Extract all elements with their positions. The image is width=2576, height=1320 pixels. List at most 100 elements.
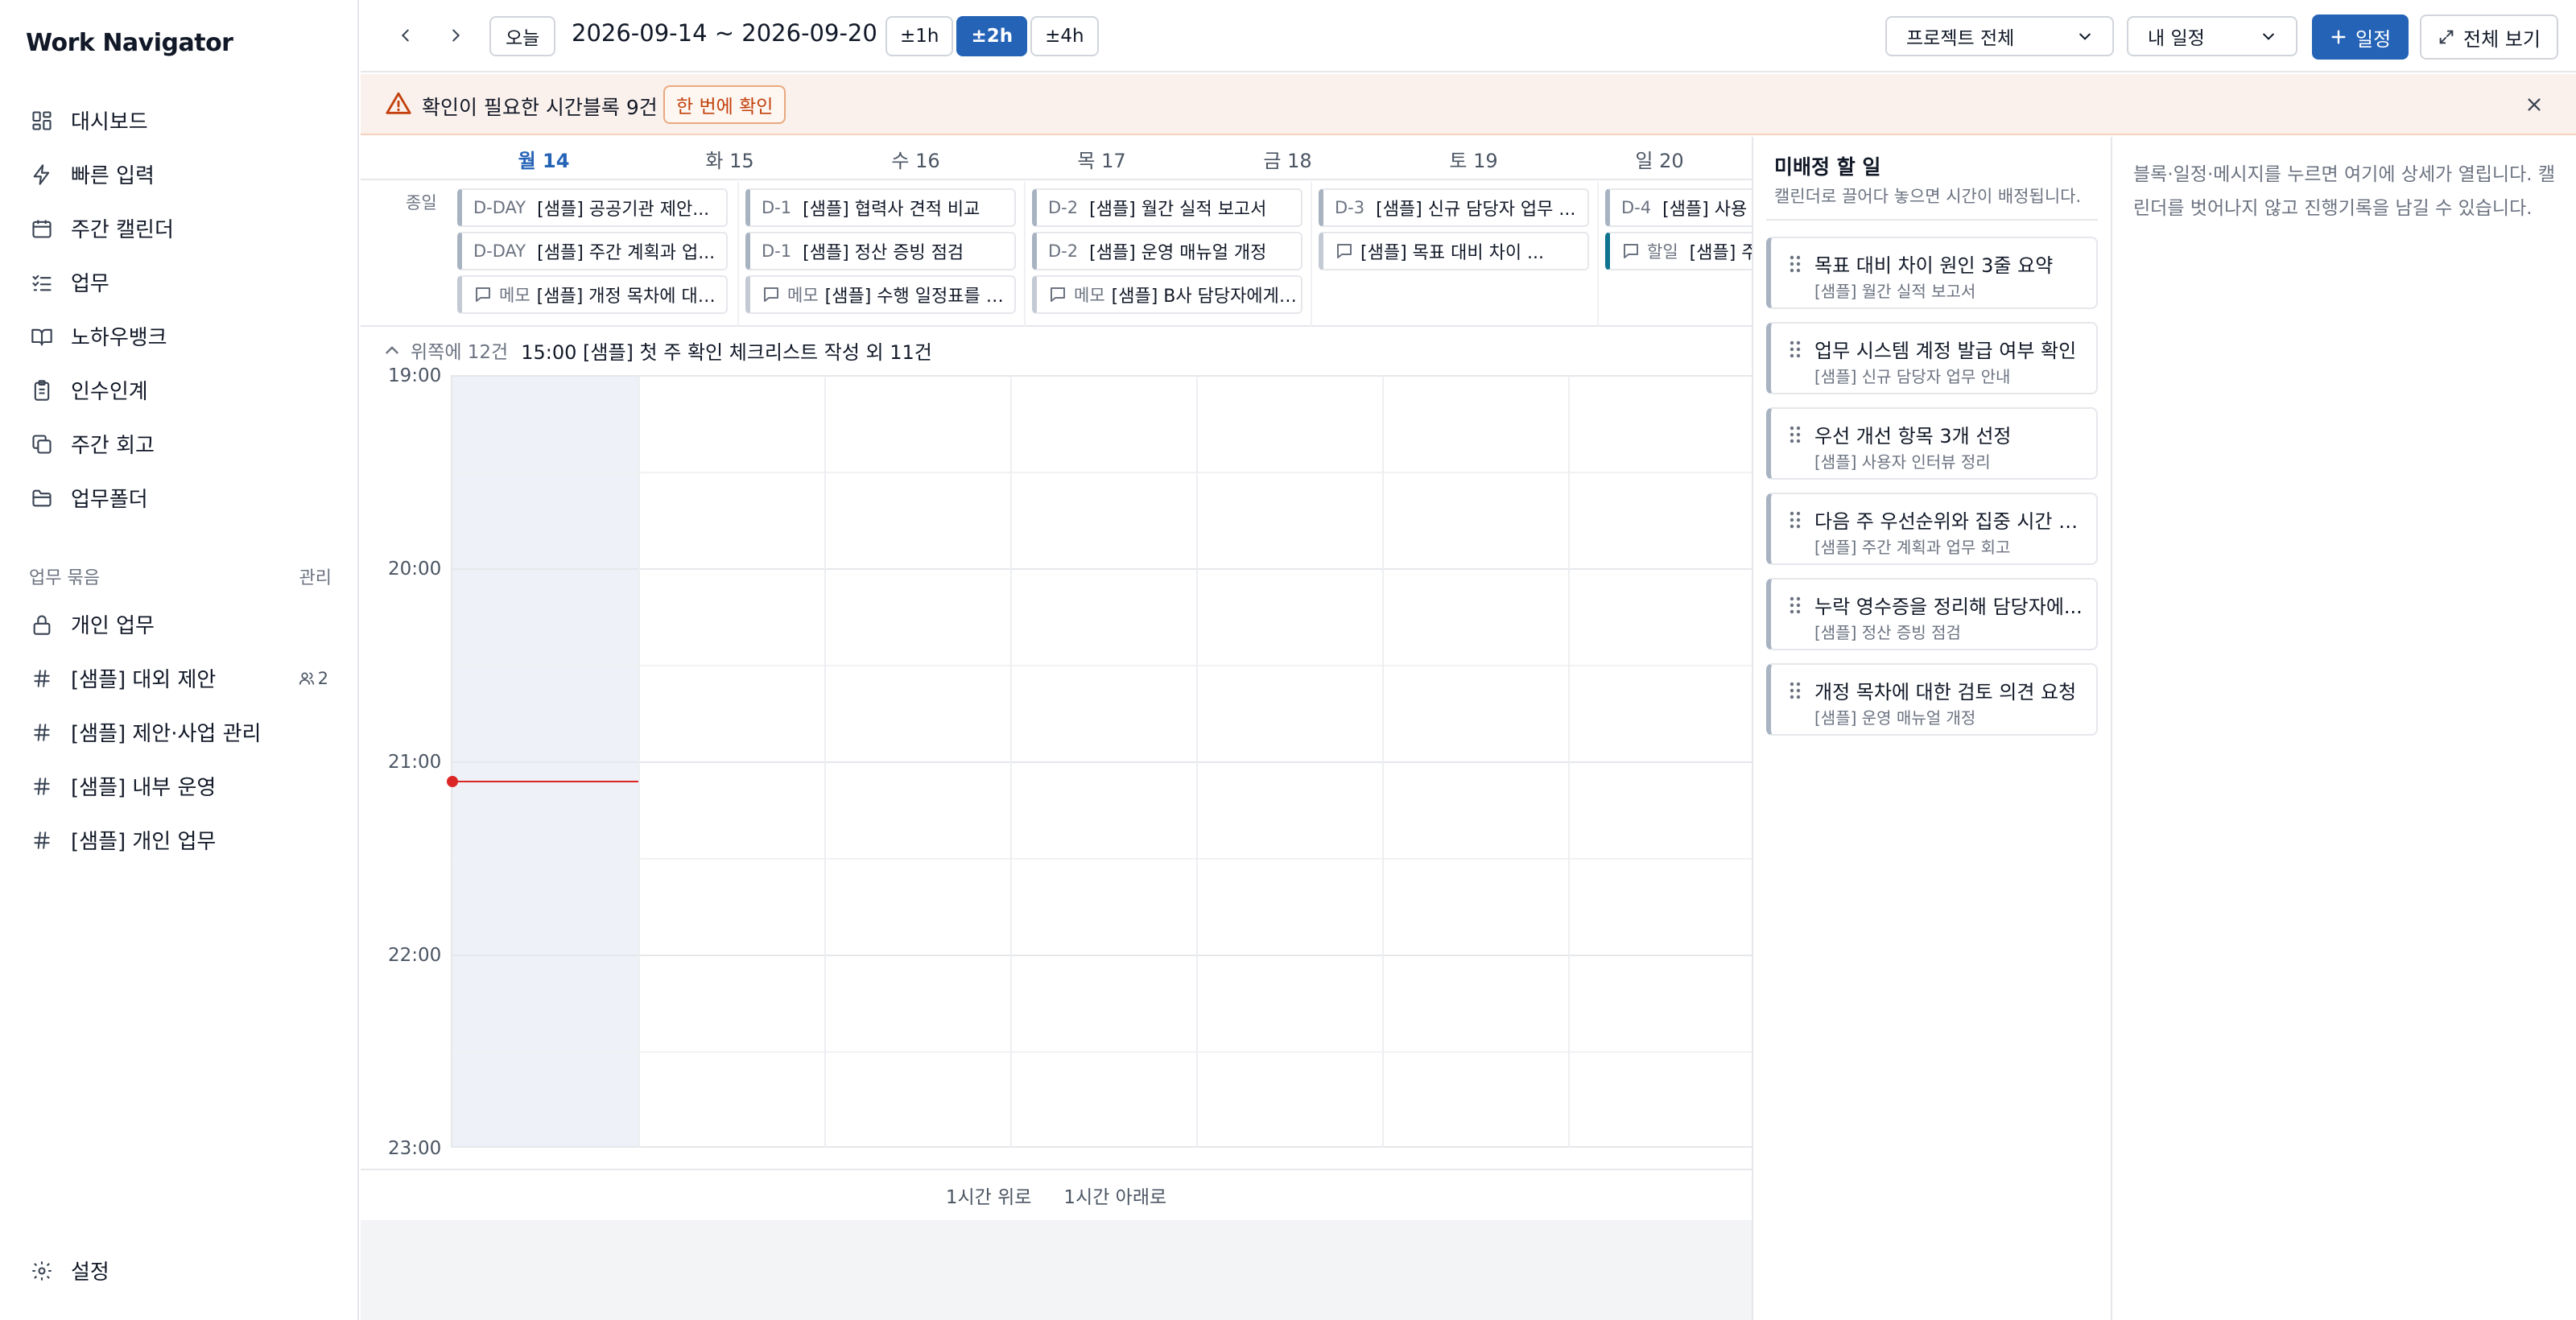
- add-schedule-button[interactable]: 일정: [2312, 14, 2409, 60]
- unassigned-task-card[interactable]: 업무 시스템 계정 발급 여부 확인 [샘플] 신규 담당자 업무 안내: [1766, 322, 2098, 394]
- day-header-wed[interactable]: 수 16: [823, 145, 1009, 173]
- sidebar-item-tasks[interactable]: 업무: [0, 255, 357, 309]
- hour-label: 23:00: [388, 1138, 442, 1159]
- copy-icon: [29, 431, 55, 457]
- sidebar-item-label: 업무: [71, 272, 109, 296]
- hidden-above-summary[interactable]: 위쪽에 12건 15:00 [샘플] 첫 주 확인 체크리스트 작성 외 11건: [361, 327, 1752, 373]
- group-members-count: 2: [299, 669, 328, 688]
- allday-event[interactable]: D-2 [샘플] 월간 실적 보고서: [1032, 188, 1302, 227]
- allday-column-mon: D-DAY [샘플] 공공기관 제안... D-DAY [샘플] 주간 계획과 …: [451, 182, 737, 327]
- drag-handle-icon[interactable]: [1789, 510, 1802, 530]
- hash-icon: [29, 773, 55, 799]
- group-item-personal[interactable]: 개인 업무: [0, 597, 357, 651]
- plus-icon: [2331, 30, 2346, 44]
- unassigned-task-card[interactable]: 우선 개선 항목 3개 선정 [샘플] 사용자 인터뷰 정리: [1766, 407, 2098, 480]
- dday-badge: D-1: [762, 241, 792, 261]
- event-title: [샘플] 운영 매뉴얼 개정: [1089, 243, 1267, 263]
- hour-label: 22:00: [388, 945, 442, 966]
- allday-event[interactable]: D-1 [샘플] 협력사 견적 비교: [745, 188, 1016, 227]
- prev-week-button[interactable]: [390, 19, 422, 52]
- group-item-proposal-business[interactable]: [샘플] 제안·사업 관리: [0, 705, 357, 759]
- half-hour-line: [452, 1051, 1752, 1053]
- day-divider: [824, 375, 826, 1148]
- group-item-internal-ops[interactable]: [샘플] 내부 운영: [0, 759, 357, 813]
- day-header-fri[interactable]: 금 18: [1195, 145, 1381, 173]
- checklist-icon: [29, 270, 55, 295]
- next-week-button[interactable]: [440, 19, 472, 52]
- unassigned-subtitle: 캘린더로 끌어다 놓으면 시간이 배정됩니다.: [1774, 187, 2082, 206]
- work-groups-header: 업무 묶음 관리: [29, 563, 332, 589]
- group-item-label: [샘플] 대외 제안: [71, 668, 217, 692]
- allday-memo[interactable]: 메모 [샘플] 수행 일정표를 정...: [745, 275, 1016, 314]
- zoom-2h-button[interactable]: ±2h: [956, 16, 1028, 56]
- sidebar-item-weekly-review[interactable]: 주간 회고: [0, 417, 357, 471]
- today-button[interactable]: 오늘: [489, 16, 556, 56]
- event-title: [샘플] B사 담당자에게 ...: [1111, 287, 1301, 307]
- week-calendar: 월 14 화 15 수 16 목 17 금 18 토 19 일 20 종일 D-…: [361, 137, 1752, 1320]
- book-icon: [29, 324, 55, 349]
- scroll-down-hour-button[interactable]: 1시간 아래로: [1063, 1182, 1166, 1209]
- half-hour-line: [452, 472, 1752, 473]
- task-title: 우선 개선 항목 3개 선정: [1814, 425, 2012, 448]
- allday-event[interactable]: D-4 [샘플] 사용: [1605, 188, 1752, 227]
- detail-panel: 블록·일정·메시지를 누르면 여기에 상세가 열립니다. 캘린더를 벗어나지 않…: [2114, 137, 2576, 1320]
- work-groups-manage-link[interactable]: 관리: [299, 563, 332, 589]
- sidebar-item-handover[interactable]: 인수인계: [0, 363, 357, 417]
- message-icon: [1624, 244, 1638, 258]
- scroll-up-hour-button[interactable]: 1시간 위로: [946, 1182, 1032, 1209]
- allday-todo[interactable]: 할일 [샘플] 주: [1605, 232, 1752, 270]
- day-header-sun[interactable]: 일 20: [1567, 145, 1752, 173]
- allday-memo[interactable]: 메모 [샘플] B사 담당자에게 ...: [1032, 275, 1302, 314]
- day-header-tue[interactable]: 화 15: [637, 145, 823, 173]
- drag-handle-icon[interactable]: [1789, 340, 1802, 359]
- allday-memo[interactable]: [샘플] 목표 대비 차이 ...: [1319, 232, 1589, 270]
- drag-handle-icon[interactable]: [1789, 254, 1802, 274]
- sidebar-item-quick-input[interactable]: 빠른 입력: [0, 147, 357, 201]
- time-slots[interactable]: [447, 375, 1752, 1148]
- group-item-label: [샘플] 내부 운영: [71, 776, 217, 800]
- project-filter-select[interactable]: 프로젝트 전체: [1885, 16, 2114, 56]
- sidebar-item-dashboard[interactable]: 대시보드: [0, 93, 357, 147]
- unassigned-task-card[interactable]: 목표 대비 차이 원인 3줄 요약 [샘플] 월간 실적 보고서: [1766, 237, 2098, 309]
- hash-icon: [29, 827, 55, 853]
- full-view-button[interactable]: 전체 보기: [2420, 14, 2558, 60]
- sidebar-item-label: 노하우뱅크: [71, 326, 167, 350]
- hidden-above-first-item: 15:00 [샘플] 첫 주 확인 체크리스트 작성 외 11건: [521, 340, 932, 364]
- day-divider: [1196, 375, 1198, 1148]
- alert-close-button[interactable]: [2520, 90, 2549, 119]
- sidebar-item-weekly-calendar[interactable]: 주간 캘린더: [0, 201, 357, 255]
- unassigned-task-card[interactable]: 다음 주 우선순위와 집중 시간 배정 [샘플] 주간 계획과 업무 회고: [1766, 493, 2098, 565]
- unassigned-task-card[interactable]: 누락 영수증을 정리해 담당자에... [샘플] 정산 증빙 점검: [1766, 578, 2098, 650]
- hash-icon: [29, 720, 55, 745]
- folder-icon: [29, 485, 55, 511]
- day-header-mon[interactable]: 월 14: [451, 145, 637, 173]
- group-item-sample-personal[interactable]: [샘플] 개인 업무: [0, 813, 357, 867]
- allday-memo[interactable]: 메모 [샘플] 개정 목차에 대한...: [457, 275, 728, 314]
- sidebar-item-knowhow-bank[interactable]: 노하우뱅크: [0, 309, 357, 363]
- confirm-all-button[interactable]: 한 번에 확인: [663, 85, 786, 124]
- unassigned-task-card[interactable]: 개정 목차에 대한 검토 의견 요청 [샘플] 운영 매뉴얼 개정: [1766, 663, 2098, 736]
- allday-event[interactable]: D-2 [샘플] 운영 매뉴얼 개정: [1032, 232, 1302, 270]
- group-item-label: [샘플] 제안·사업 관리: [71, 722, 262, 746]
- allday-event[interactable]: D-1 [샘플] 정산 증빙 점검: [745, 232, 1016, 270]
- warning-icon: [386, 92, 411, 114]
- sidebar-item-work-folder[interactable]: 업무폴더: [0, 471, 357, 525]
- day-header-sat[interactable]: 토 19: [1381, 145, 1567, 173]
- allday-event[interactable]: D-3 [샘플] 신규 담당자 업무 ...: [1319, 188, 1589, 227]
- allday-event[interactable]: D-DAY [샘플] 공공기관 제안...: [457, 188, 728, 227]
- zoom-1h-button[interactable]: ±1h: [886, 16, 954, 56]
- drag-handle-icon[interactable]: [1789, 425, 1802, 444]
- drag-handle-icon[interactable]: [1789, 681, 1802, 700]
- dday-badge: D-DAY: [473, 198, 526, 217]
- allday-event[interactable]: D-DAY [샘플] 주간 계획과 업...: [457, 232, 728, 270]
- drag-handle-icon[interactable]: [1789, 596, 1802, 615]
- group-item-external-proposal[interactable]: [샘플] 대외 제안 2: [0, 651, 357, 705]
- settings-button[interactable]: 설정: [29, 1256, 109, 1285]
- day-header-thu[interactable]: 목 17: [1009, 145, 1195, 173]
- message-icon: [1051, 287, 1065, 302]
- memo-tag: 메모: [499, 286, 530, 305]
- hour-line: [452, 375, 1752, 377]
- event-title: [샘플] 월간 실적 보고서: [1089, 200, 1267, 220]
- schedule-filter-select[interactable]: 내 일정: [2127, 16, 2297, 56]
- zoom-4h-button[interactable]: ±4h: [1030, 16, 1099, 56]
